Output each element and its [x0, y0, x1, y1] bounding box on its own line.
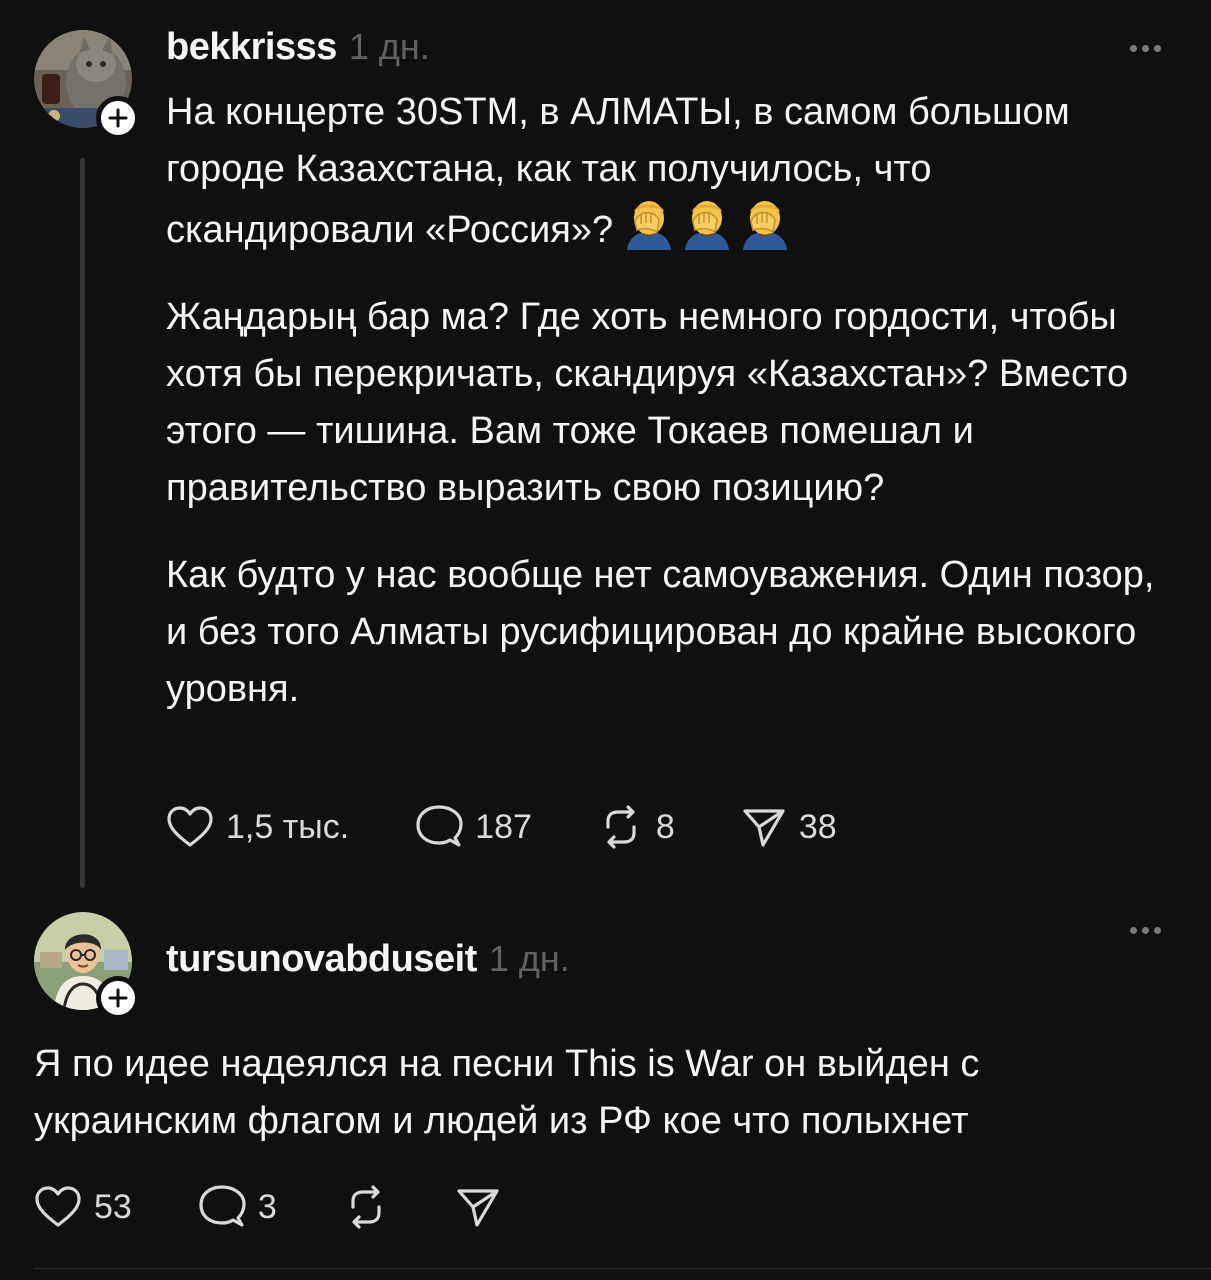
facepalm-emojis — [623, 198, 791, 250]
post-paragraph: На концерте 30STM, в АЛМАТЫ, в самом бол… — [166, 91, 1070, 251]
post-actions: 53 3 — [34, 1184, 501, 1230]
reply-button[interactable]: 187 — [415, 804, 532, 850]
username[interactable]: tursunovabduseit — [166, 938, 477, 981]
post-paragraph: Я по идее надеялся на песни This is War … — [34, 1043, 980, 1142]
post-body: Я по идее надеялся на песни This is War … — [34, 1036, 1174, 1150]
repost-button[interactable]: 8 — [598, 805, 675, 849]
share-icon — [457, 1189, 499, 1227]
post-paragraph: Жаңдарың бар ма? Где хоть немного гордос… — [166, 296, 1129, 509]
post-header: tursunovabduseit 1 дн. — [166, 938, 570, 981]
share-button[interactable] — [455, 1185, 501, 1229]
facepalm-emoji — [685, 201, 730, 250]
post-divider — [34, 1268, 1211, 1269]
reply-count: 3 — [257, 1187, 277, 1226]
repost-icon — [606, 805, 636, 849]
share-icon — [743, 809, 785, 847]
repost-count: 8 — [655, 807, 675, 846]
more-icon[interactable] — [1130, 45, 1161, 52]
post-actions: 1,5 тыс. 187 8 38 — [166, 804, 837, 850]
reply-count: 187 — [475, 807, 532, 846]
repost-button[interactable] — [343, 1185, 389, 1229]
follow-plus-icon — [108, 108, 128, 128]
thread-line — [80, 158, 85, 888]
repost-icon — [351, 1185, 381, 1229]
like-button[interactable]: 53 — [34, 1185, 132, 1229]
like-count: 1,5 тыс. — [226, 807, 350, 846]
reply-button[interactable]: 3 — [198, 1184, 277, 1230]
share-button[interactable]: 38 — [741, 805, 837, 849]
heart-icon — [35, 1186, 81, 1227]
comment-icon — [199, 1185, 246, 1227]
more-icon[interactable] — [1130, 927, 1161, 934]
timestamp: 1 дн. — [488, 938, 570, 979]
post-paragraph: Как будто у нас вообще нет самоуважения.… — [166, 554, 1155, 710]
timestamp: 1 дн. — [348, 26, 430, 67]
like-button[interactable]: 1,5 тыс. — [166, 805, 349, 849]
post-body: На концерте 30STM, в АЛМАТЫ, в самом бол… — [166, 84, 1186, 718]
facepalm-emoji — [743, 201, 788, 250]
post-header: bekkrisss 1 дн. — [166, 26, 430, 69]
facepalm-emoji — [627, 201, 672, 250]
comment-icon — [416, 805, 463, 847]
like-count: 53 — [94, 1187, 132, 1226]
share-count: 38 — [798, 807, 837, 846]
heart-icon — [167, 806, 213, 847]
username[interactable]: bekkrisss — [166, 26, 337, 69]
follow-button-tursunovabduseit[interactable] — [96, 976, 140, 1020]
follow-button-bekkrisss[interactable] — [96, 96, 140, 140]
threads-feed: bekkrisss 1 дн. На концерте 30STM, в АЛМ… — [0, 0, 1211, 1280]
follow-plus-icon — [108, 988, 128, 1008]
